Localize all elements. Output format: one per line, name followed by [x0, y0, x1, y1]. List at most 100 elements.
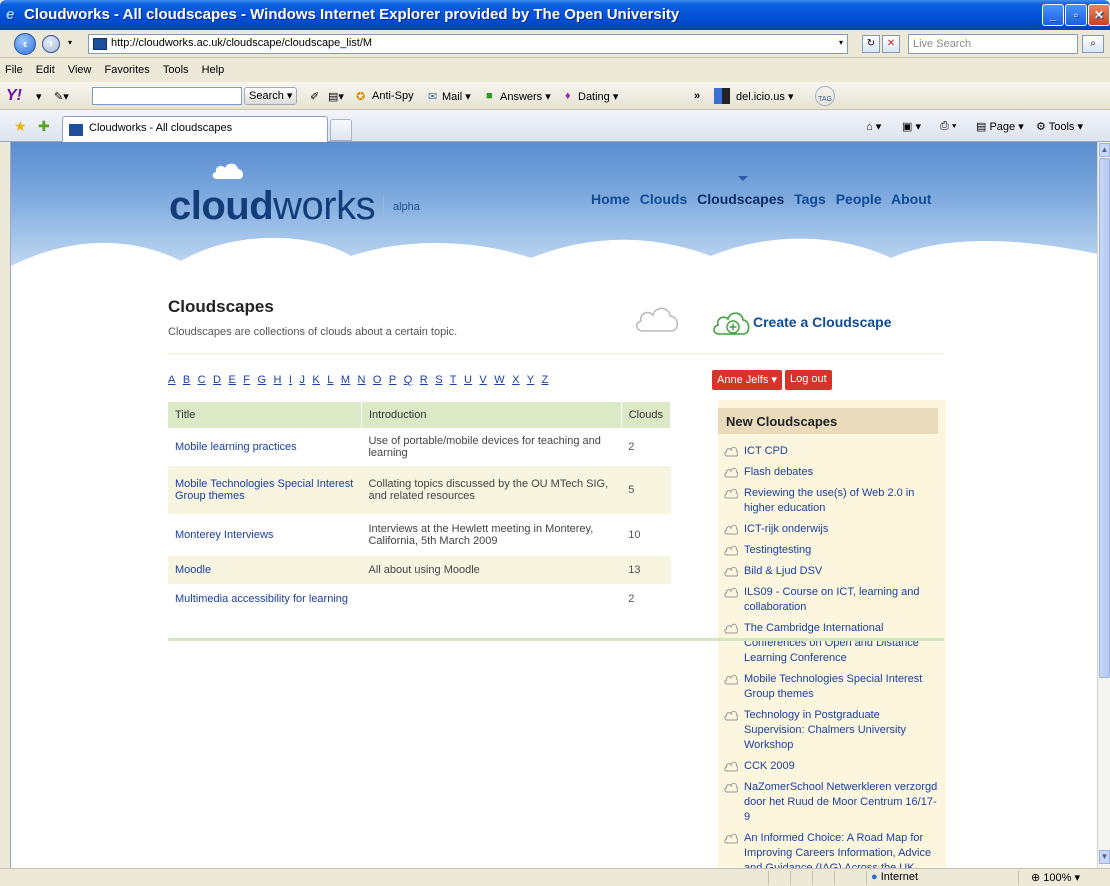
logout-button[interactable]: Log out [785, 370, 832, 390]
yahoo-search-button[interactable]: Search ▾ [244, 87, 298, 105]
nav-people[interactable]: People [836, 191, 882, 207]
cloudscape-title-link[interactable]: Mobile learning practices [168, 428, 362, 466]
alpha-link[interactable]: O [373, 374, 382, 386]
highlighter-icon[interactable]: ✐ [310, 90, 319, 103]
add-favorite-icon[interactable]: ✚ [38, 118, 50, 135]
live-search-input[interactable]: Live Search [908, 34, 1078, 54]
create-cloudscape-icon[interactable] [711, 307, 751, 337]
cloudscape-title-link[interactable]: Moodle [168, 556, 362, 584]
list-item[interactable]: The Cambridge International Conferences … [718, 621, 946, 666]
url-dropdown-icon[interactable]: ▾ [839, 38, 843, 47]
alpha-link[interactable]: D [213, 374, 221, 386]
scroll-down-icon[interactable]: ▼ [1099, 850, 1110, 864]
alpha-link[interactable]: J [299, 374, 305, 386]
pencil-icon[interactable]: ✎▾ [54, 90, 69, 103]
menu-edit[interactable]: Edit [31, 61, 60, 76]
list-item[interactable]: Technology in Postgraduate Supervision: … [718, 708, 946, 753]
alpha-link[interactable]: G [257, 374, 266, 386]
menu-file[interactable]: File [0, 61, 28, 76]
list-item[interactable]: ILS09 - Course on ICT, learning and coll… [718, 585, 946, 615]
scroll-thumb[interactable] [1099, 158, 1110, 678]
yahoo-search-input[interactable] [92, 87, 242, 105]
list-item[interactable]: ICT CPD [718, 444, 946, 459]
zoom-control[interactable]: ⊕ 100% ▾ [1018, 871, 1108, 885]
alpha-link[interactable]: I [289, 374, 292, 386]
close-button[interactable]: ✕ [1088, 4, 1110, 26]
home-icon[interactable]: ⌂ ▾ [866, 120, 881, 133]
alpha-link[interactable]: T [450, 374, 457, 386]
create-cloudscape-link[interactable]: Create a Cloudscape [753, 314, 892, 330]
back-button[interactable]: ‹ [14, 33, 36, 55]
url-input[interactable]: http://cloudworks.ac.uk/cloudscape/cloud… [88, 34, 848, 54]
site-logo[interactable]: cloudworks [169, 184, 376, 229]
print-icon[interactable]: ⎙ ▾ [940, 120, 956, 133]
alpha-link[interactable]: U [464, 374, 472, 386]
toolbar-more-button[interactable]: » [694, 90, 700, 102]
nav-tags[interactable]: Tags [794, 191, 826, 207]
alpha-link[interactable]: Q [404, 374, 413, 386]
nav-home[interactable]: Home [591, 191, 630, 207]
vertical-scrollbar[interactable]: ▲ ▼ [1097, 142, 1110, 868]
alpha-link[interactable]: C [198, 374, 206, 386]
alpha-link[interactable]: X [512, 374, 520, 386]
search-icon[interactable]: ⌕ [1082, 35, 1104, 53]
menu-favorites[interactable]: Favorites [100, 61, 155, 76]
cloudscape-title-link[interactable]: Multimedia accessibility for learning [168, 584, 362, 614]
alpha-link[interactable]: W [494, 374, 505, 386]
cloudscape-title-link[interactable]: Mobile Technologies Special Interest Gro… [168, 466, 362, 514]
page-menu[interactable]: ▤ Page ▾ [976, 120, 1024, 133]
list-item[interactable]: NaZomerSchool Netwerkleren verzorgd door… [718, 780, 946, 825]
nav-cloudscapes[interactable]: Cloudscapes [697, 191, 784, 207]
mail-button[interactable]: Mail ▾ [442, 90, 471, 103]
alpha-link[interactable]: F [243, 374, 250, 386]
list-item[interactable]: ICT-rijk onderwijs [718, 522, 946, 537]
alpha-link[interactable]: N [357, 374, 365, 386]
forward-button[interactable]: › [42, 35, 60, 53]
new-tab-button[interactable] [330, 119, 352, 141]
yahoo-logo-icon[interactable]: Y! [6, 87, 22, 105]
minimize-button[interactable]: _ [1042, 4, 1064, 26]
list-item[interactable]: Flash debates [718, 465, 946, 480]
nav-clouds[interactable]: Clouds [640, 191, 687, 207]
list-item[interactable]: Bild & Ljud DSV [718, 564, 946, 579]
list-item[interactable]: CCK 2009 [718, 759, 946, 774]
scroll-up-icon[interactable]: ▲ [1099, 143, 1110, 157]
alpha-link[interactable]: E [228, 374, 236, 386]
alpha-link[interactable]: A [168, 374, 176, 386]
cloudscape-title-link[interactable]: Monterey Interviews [168, 514, 362, 556]
delicious-button[interactable]: del.icio.us ▾ [736, 90, 794, 103]
yahoo-dropdown-icon[interactable]: ▾ [36, 90, 42, 103]
form-icon[interactable]: ▤▾ [328, 90, 344, 103]
tools-menu[interactable]: ⚙ Tools ▾ [1036, 120, 1083, 133]
answers-button[interactable]: Answers ▾ [500, 90, 551, 103]
history-dropdown-icon[interactable]: ▾ [68, 38, 72, 47]
refresh-icon[interactable]: ↻ [862, 35, 880, 53]
menu-help[interactable]: Help [197, 61, 230, 76]
alpha-link[interactable]: P [389, 374, 397, 386]
alpha-link[interactable]: H [274, 374, 282, 386]
alpha-link[interactable]: Y [527, 374, 535, 386]
user-menu-button[interactable]: Anne Jelfs ▾ [712, 370, 782, 390]
alpha-link[interactable]: V [479, 374, 487, 386]
tab-cloudworks[interactable]: Cloudworks - All cloudscapes [62, 116, 328, 142]
alpha-link[interactable]: L [327, 374, 333, 386]
stop-icon[interactable]: ✕ [882, 35, 900, 53]
dating-button[interactable]: Dating ▾ [578, 90, 618, 103]
alpha-link[interactable]: S [435, 374, 443, 386]
alpha-link[interactable]: B [183, 374, 191, 386]
list-item[interactable]: An Informed Choice: A Road Map for Impro… [718, 831, 946, 868]
maximize-button[interactable]: ▫ [1065, 4, 1087, 26]
alpha-link[interactable]: M [341, 374, 350, 386]
favorites-star-icon[interactable]: ★ [14, 118, 27, 135]
tag-button[interactable]: TAG [815, 86, 835, 106]
alpha-link[interactable]: Z [542, 374, 549, 386]
nav-about[interactable]: About [891, 191, 931, 207]
menu-view[interactable]: View [63, 61, 97, 76]
antispy-button[interactable]: Anti-Spy [372, 90, 414, 102]
menu-tools[interactable]: Tools [158, 61, 194, 76]
list-item[interactable]: Testingtesting [718, 543, 946, 558]
feeds-icon[interactable]: ▣ ▾ [902, 120, 921, 133]
alpha-link[interactable]: K [312, 374, 320, 386]
list-item[interactable]: Reviewing the use(s) of Web 2.0 in highe… [718, 486, 946, 516]
alpha-link[interactable]: R [420, 374, 428, 386]
